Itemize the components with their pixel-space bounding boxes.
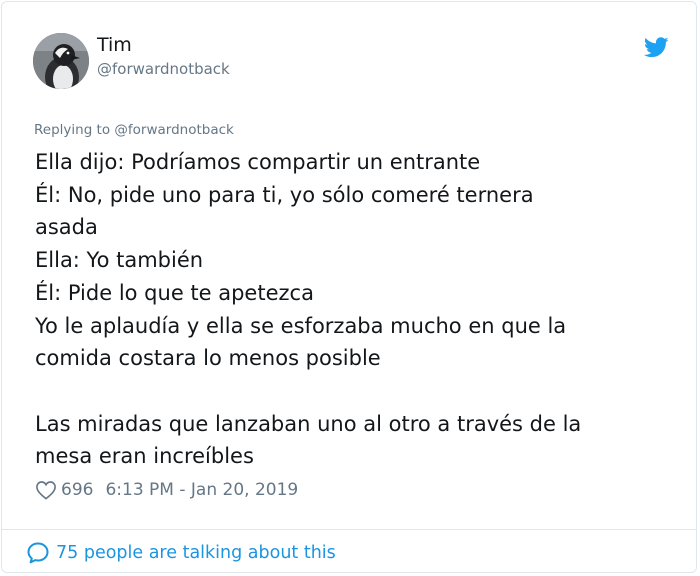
tweet-text: Ella dijo: Podríamos compartir un entran… bbox=[35, 146, 675, 473]
divider bbox=[2, 529, 696, 530]
tweet-line: Las miradas que lanzaban uno al otro a t… bbox=[35, 411, 582, 436]
tweet-card: Tim @forwardnotback Replying to @forward… bbox=[1, 1, 697, 573]
tweet-line: asada bbox=[35, 215, 98, 240]
conversation-link[interactable]: 75 people are talking about this bbox=[26, 541, 336, 565]
reply-context[interactable]: Replying to @forwardnotback bbox=[34, 122, 234, 138]
tweet-line: comida costara lo menos posible bbox=[35, 346, 381, 371]
avatar[interactable] bbox=[33, 33, 89, 89]
speech-bubble-icon bbox=[27, 542, 49, 564]
tweet-line: Yo le aplaudía y ella se esforzaba mucho… bbox=[35, 313, 567, 338]
author-name[interactable]: Tim bbox=[97, 34, 132, 56]
tweet-line: Ella dijo: Podríamos compartir un entran… bbox=[35, 150, 481, 174]
tweet-line: Él: No, pide uno para ti, yo sólo comeré… bbox=[35, 182, 534, 207]
tweet-meta: 696 6:13 PM - Jan 20, 2019 bbox=[35, 478, 298, 502]
penguin-avatar-image bbox=[33, 33, 89, 89]
author-handle[interactable]: @forwardnotback bbox=[97, 60, 230, 78]
tweet-line: Ella: Yo también bbox=[35, 248, 204, 273]
tweet-line: Él: Pide lo que te apetezca bbox=[35, 280, 314, 305]
like-count[interactable]: 696 bbox=[61, 480, 93, 500]
paragraph-break bbox=[35, 375, 675, 408]
timestamp[interactable]: 6:13 PM - Jan 20, 2019 bbox=[105, 480, 298, 500]
heart-icon[interactable] bbox=[35, 480, 57, 500]
twitter-bird-icon[interactable] bbox=[644, 37, 669, 58]
tweet-line: mesa eran increíbles bbox=[35, 444, 254, 469]
conversation-label: 75 people are talking about this bbox=[56, 543, 336, 563]
